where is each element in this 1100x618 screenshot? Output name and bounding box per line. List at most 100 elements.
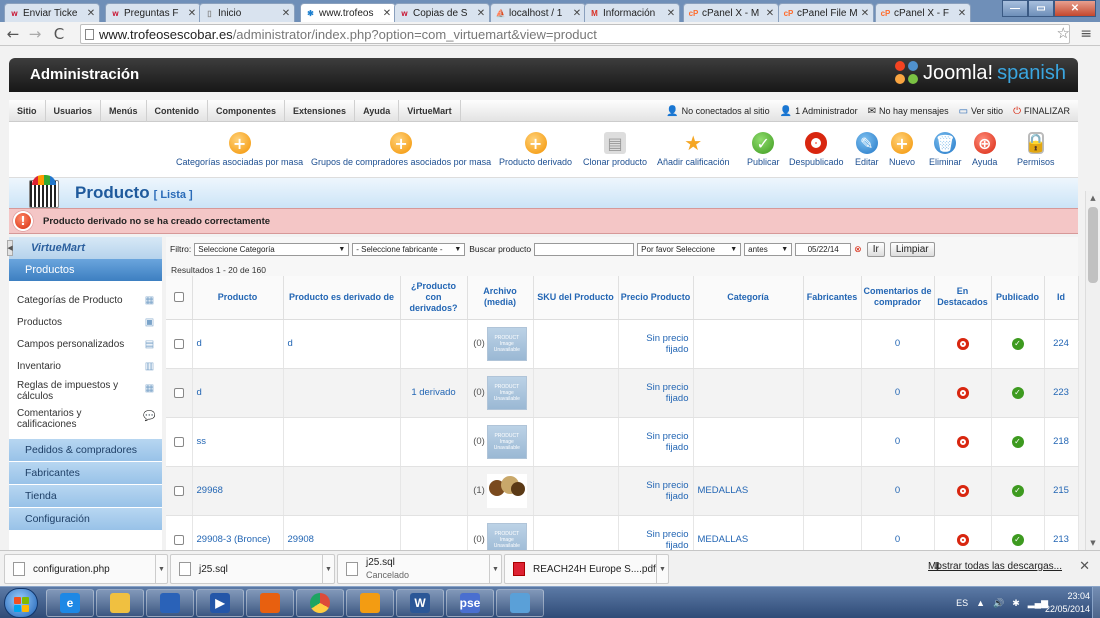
close-window-button[interactable]: ✕ <box>1054 0 1096 17</box>
column-header[interactable]: Producto <box>192 276 284 320</box>
scroll-up-icon[interactable]: ▲ <box>1086 191 1100 205</box>
download-item[interactable]: REACH24H Europe S....pdf ▼ <box>504 554 669 584</box>
sidebar-item[interactable]: Productos ▣ <box>9 311 162 333</box>
back-icon[interactable]: ← <box>4 25 22 43</box>
menu-item[interactable]: Menús <box>101 99 147 122</box>
browser-tab[interactable]: w Enviar Ticke ✕ <box>4 3 100 22</box>
unfeatured-icon[interactable] <box>956 533 969 546</box>
tab-close-icon[interactable]: ✕ <box>765 8 775 19</box>
product-name-link[interactable]: d <box>192 319 284 369</box>
sidebar-section[interactable]: Tienda <box>9 485 162 507</box>
taskbar-explorer[interactable] <box>96 589 144 617</box>
reviews-link[interactable]: 0 <box>861 368 935 418</box>
column-header[interactable]: En Destacados <box>934 276 992 320</box>
reload-icon[interactable]: C <box>50 25 68 43</box>
network-icon[interactable]: ✱ <box>1012 598 1020 609</box>
collapse-sidebar-icon[interactable]: ◀ <box>7 240 13 256</box>
browser-tab[interactable]: ✱ www.trofeos ✕ <box>300 3 396 22</box>
taskbar-notes[interactable] <box>496 589 544 617</box>
image-unavailable-thumbnail[interactable]: PRODUCT Image Unavailable <box>486 375 527 410</box>
minimize-button[interactable]: — <box>1002 0 1028 17</box>
toolbar-button-plus[interactable]: + Producto derivado <box>499 132 572 167</box>
column-header[interactable]: Comentarios de comprador <box>861 276 935 320</box>
sidebar-head-productos[interactable]: Productos <box>9 259 162 281</box>
column-header[interactable]: Id <box>1044 276 1079 320</box>
toolbar-button-circle[interactable]: Despublicado <box>789 132 844 167</box>
column-header[interactable]: Archivo (media) <box>467 276 534 320</box>
product-name-link[interactable]: 29968 <box>192 466 284 516</box>
close-downloads-icon[interactable]: ✕ <box>1079 559 1090 574</box>
published-check-icon[interactable]: ✓ <box>1011 337 1024 350</box>
tab-close-icon[interactable]: ✕ <box>187 8 197 19</box>
browser-tab[interactable]: ⛵ localhost / 1 ✕ <box>490 3 586 22</box>
menu-item[interactable]: Ayuda <box>355 99 400 122</box>
product-name-link[interactable]: ss <box>192 417 284 467</box>
published-check-icon[interactable]: ✓ <box>1011 484 1024 497</box>
toolbar-button-pencil[interactable]: ✎ Editar <box>855 132 879 167</box>
column-header[interactable]: Producto es derivado de <box>283 276 401 320</box>
image-unavailable-thumbnail[interactable]: PRODUCT Image Unavailable <box>486 326 527 361</box>
row-checkbox[interactable] <box>173 338 184 349</box>
tab-close-icon[interactable]: ✕ <box>666 8 676 19</box>
unfeatured-icon[interactable] <box>956 484 969 497</box>
reviews-link[interactable]: 0 <box>861 319 935 369</box>
download-menu-icon[interactable]: ▼ <box>322 555 334 583</box>
show-all-downloads-link[interactable]: Mostrar todas las descargas... <box>928 561 1062 572</box>
column-header[interactable]: ¿Producto con derivados? <box>400 276 468 320</box>
download-item[interactable]: j25.sql ▼ <box>170 554 335 584</box>
column-header[interactable]: Fabricantes <box>803 276 862 320</box>
column-header[interactable]: SKU del Producto <box>533 276 619 320</box>
date-relation-select[interactable]: antes ▼ <box>744 242 793 256</box>
column-header[interactable]: Categoría <box>693 276 804 320</box>
sidebar-item[interactable]: Campos personalizados ▤ <box>9 333 162 355</box>
browser-tab[interactable]: cP cPanel X - F ✕ <box>875 3 971 22</box>
admins-status[interactable]: 👤 1 Administrador <box>780 106 858 117</box>
toolbar-button-plus[interactable]: + Grupos de compradores asociados por mas… <box>311 132 491 167</box>
logout-link[interactable]: ⏻ FINALIZAR <box>1013 106 1070 117</box>
product-thumbnail[interactable] <box>486 473 527 508</box>
parent-product-link[interactable]: d <box>283 319 401 369</box>
start-button[interactable] <box>4 588 38 618</box>
children-link[interactable]: 1 derivado <box>400 368 468 418</box>
tab-close-icon[interactable]: ✕ <box>572 8 582 19</box>
reviews-link[interactable]: 0 <box>861 417 935 467</box>
menu-item[interactable]: VirtueMart <box>399 99 461 122</box>
sidebar-item[interactable]: Reglas de impuestos y cálculos ▦ <box>9 377 162 405</box>
browser-tab[interactable]: ▯ Inicio ✕ <box>199 3 295 22</box>
volume-icon[interactable]: 🔊 <box>993 598 1004 609</box>
taskbar-app[interactable] <box>146 589 194 617</box>
browser-tab[interactable]: cP cPanel X - M ✕ <box>683 3 779 22</box>
reset-button[interactable]: Limpiar <box>889 241 935 257</box>
toolbar-button-plus[interactable]: + Categorías asociadas por masa <box>176 132 303 167</box>
clear-date-icon[interactable]: ⊗ <box>854 244 862 255</box>
media-count[interactable]: (1) <box>473 485 485 496</box>
tab-close-icon[interactable]: ✕ <box>281 8 291 19</box>
product-name-link[interactable]: d <box>192 368 284 418</box>
media-count[interactable]: (0) <box>473 338 485 349</box>
parent-product-link[interactable] <box>283 417 401 467</box>
download-menu-icon[interactable]: ▼ <box>489 555 501 583</box>
tray-arrow-icon[interactable]: ▲ <box>976 598 985 608</box>
browser-tab[interactable]: w Preguntas F ✕ <box>105 3 201 22</box>
bookmark-star-icon[interactable]: ☆ <box>1057 24 1070 42</box>
children-link[interactable] <box>400 417 468 467</box>
clock[interactable]: 23:04 22/05/2014 <box>1045 590 1090 616</box>
row-checkbox[interactable] <box>173 387 184 398</box>
tab-close-icon[interactable]: ✕ <box>957 8 967 19</box>
view-site-link[interactable]: ▭ Ver sitio <box>959 106 1003 117</box>
tab-close-icon[interactable]: ✕ <box>476 8 486 19</box>
show-desktop-button[interactable] <box>1092 587 1100 618</box>
published-check-icon[interactable]: ✓ <box>1011 435 1024 448</box>
browser-tab[interactable]: cP cPanel File M ✕ <box>778 3 874 22</box>
parent-product-link[interactable] <box>283 466 401 516</box>
media-count[interactable]: (0) <box>473 534 485 545</box>
toolbar-button-lifebuoy[interactable]: ⊕ Ayuda <box>972 132 997 167</box>
menu-icon[interactable]: ≡ <box>1080 26 1092 42</box>
go-button[interactable]: Ir <box>866 241 885 257</box>
taskbar-media-player[interactable]: ▶ <box>196 589 244 617</box>
taskbar-chrome[interactable] <box>296 589 344 617</box>
download-item[interactable]: configuration.php ▼ <box>4 554 168 584</box>
download-menu-icon[interactable]: ▼ <box>155 555 167 583</box>
sidebar-section[interactable]: Configuración <box>9 508 162 530</box>
reviews-link[interactable]: 0 <box>861 466 935 516</box>
